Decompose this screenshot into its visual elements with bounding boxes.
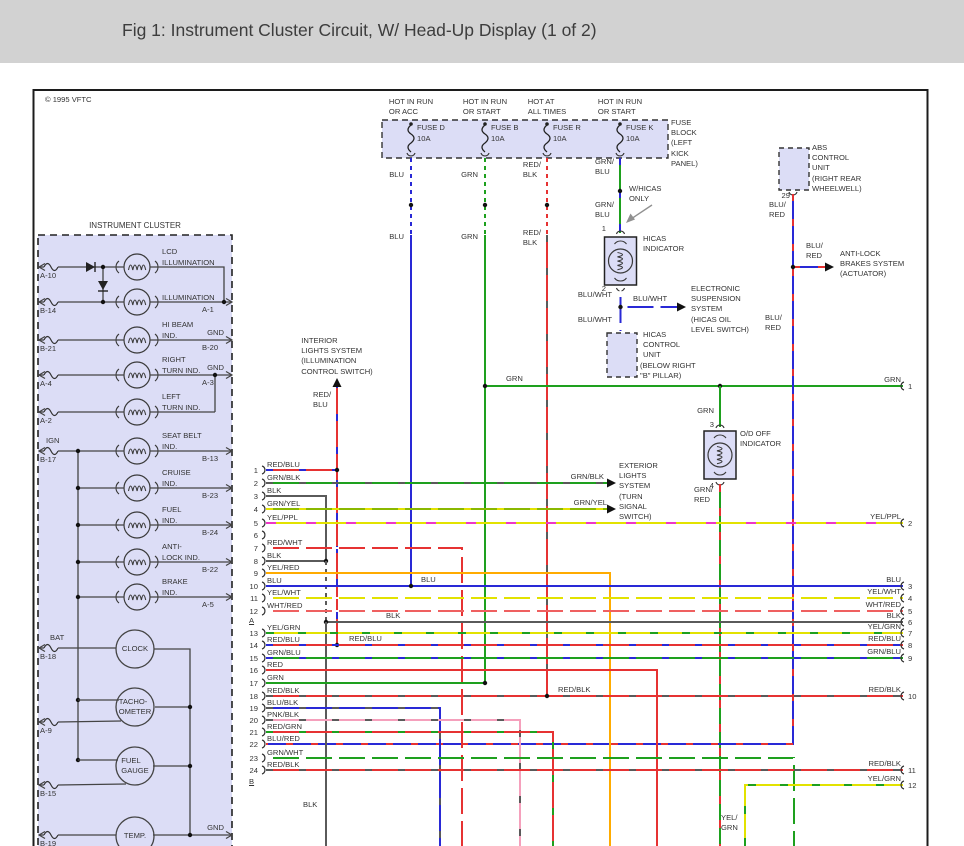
fuse-top-dot — [409, 122, 413, 126]
connector-hook-icon — [262, 740, 265, 748]
connector-hook-icon — [262, 492, 265, 500]
wire-p21-redgrn — [266, 732, 553, 846]
hicas-control-unit-box — [607, 333, 637, 377]
connector-hook-icon — [262, 666, 265, 674]
junction-dot — [76, 449, 80, 453]
connector-hook-icon — [262, 544, 265, 552]
connector-hook-icon — [262, 594, 265, 602]
connector-hook-icon — [262, 728, 265, 736]
connector-hook-icon — [262, 479, 265, 487]
junction-dot — [188, 764, 192, 768]
fuse-top-dot — [483, 122, 487, 126]
junction-dot — [213, 373, 217, 377]
exterior-arrow-1-icon — [607, 479, 616, 488]
wire-yelgrn-bottom — [745, 785, 903, 846]
junction-dot — [76, 523, 80, 527]
connector-hook-icon — [262, 629, 265, 637]
abs-arrow-icon — [825, 263, 834, 272]
junction-dot — [483, 203, 487, 207]
junction-dot — [483, 681, 487, 685]
junction-dot — [409, 203, 413, 207]
fuse-block-box — [382, 120, 668, 158]
junction-dot — [222, 300, 226, 304]
page: Fig 1: Instrument Cluster Circuit, W/ He… — [0, 0, 964, 846]
junction-dot — [101, 300, 105, 304]
connector-hook-icon — [262, 569, 265, 577]
wire-yelgrn-bottom-stripe — [745, 785, 903, 846]
exterior-arrow-2-icon — [607, 505, 616, 514]
note-arrow-icon — [626, 214, 635, 224]
connector-hook-icon — [262, 766, 265, 774]
wire-p19-blublk — [266, 708, 440, 846]
wire-p3-blk — [266, 496, 326, 561]
abs-control-unit-box — [779, 148, 809, 190]
esp-arrow-icon — [677, 303, 686, 312]
wire-p23-grnwht — [266, 758, 794, 846]
connector-hook-icon — [262, 716, 265, 724]
wire-p9-yelred — [266, 573, 610, 846]
connector-hook-icon — [262, 692, 265, 700]
wire-p19-blublk-stripe — [266, 708, 440, 846]
connector-hook-icon — [262, 557, 265, 565]
connector-hook-icon — [262, 531, 265, 539]
junction-dot — [76, 595, 80, 599]
connector-hook-icon — [262, 582, 265, 590]
connector-hook-icon — [262, 704, 265, 712]
connector-hook-icon — [262, 654, 265, 662]
connector-hook-icon — [262, 607, 265, 615]
junction-dot — [791, 265, 795, 269]
od-off-indicator-box — [704, 431, 736, 479]
junction-dot — [188, 833, 192, 837]
connector-hook-icon — [262, 505, 265, 513]
connector-hook-icon — [262, 466, 265, 474]
junction-dot — [618, 189, 622, 193]
junction-dot — [76, 486, 80, 490]
connector-hook-icon — [262, 641, 265, 649]
junction-dot — [335, 468, 339, 472]
junction-dot — [618, 305, 622, 309]
junction-dot — [483, 384, 487, 388]
wiring-diagram-svg — [0, 0, 964, 846]
note-arrow-line — [631, 205, 652, 219]
wire-p20-pnkblk-stripe — [266, 720, 520, 846]
wire-p21-redgrn-stripe — [266, 732, 553, 846]
fuse-top-dot — [545, 122, 549, 126]
connector-hook-icon — [262, 519, 265, 527]
connector-hook-icon — [262, 679, 265, 687]
junction-dot — [545, 203, 549, 207]
junction-dot — [545, 694, 549, 698]
junction-dot — [76, 560, 80, 564]
interior-arrow-icon — [333, 378, 342, 387]
wire-p20-pnkblk — [266, 720, 520, 846]
connector-hook-icon — [262, 754, 265, 762]
fuse-top-dot — [618, 122, 622, 126]
junction-dot — [409, 584, 413, 588]
hicas-indicator-box — [605, 237, 637, 285]
junction-dot — [101, 265, 105, 269]
wire-p23-grnwht-stripe — [266, 758, 794, 846]
junction-dot — [188, 705, 192, 709]
